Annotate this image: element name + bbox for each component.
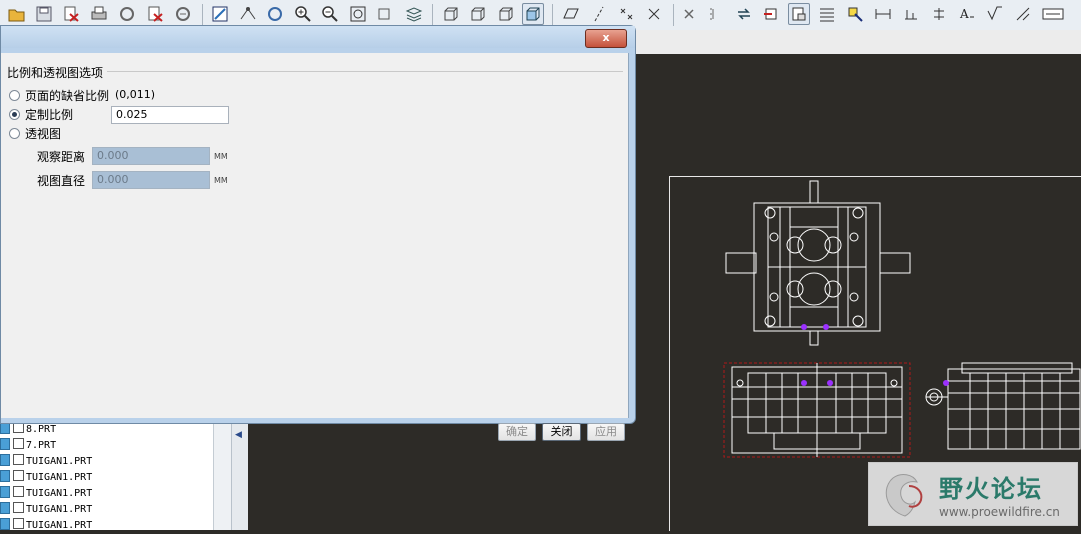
tree-scrollbar[interactable] bbox=[213, 420, 231, 530]
ok-button[interactable]: 确定 bbox=[498, 423, 536, 441]
link-icon bbox=[13, 454, 24, 465]
apply-button[interactable]: 应用 bbox=[587, 423, 625, 441]
perspective-label: 透视图 bbox=[25, 127, 62, 141]
custom-scale-input[interactable]: 0.025 bbox=[111, 106, 229, 124]
view-diameter-label: 视图直径 bbox=[37, 174, 86, 188]
tree-item[interactable]: 8.PRT bbox=[0, 422, 56, 438]
list-icon[interactable] bbox=[705, 3, 727, 25]
delete-icon[interactable] bbox=[678, 3, 700, 25]
datum-plane-icon[interactable] bbox=[560, 3, 582, 25]
panel-sash[interactable]: ◀ bbox=[231, 420, 248, 530]
watermark-title: 野火论坛 bbox=[939, 475, 1043, 503]
csys-icon[interactable] bbox=[643, 3, 665, 25]
part-icon bbox=[0, 454, 10, 466]
path-icon[interactable] bbox=[237, 3, 259, 25]
link-icon bbox=[13, 438, 24, 449]
sketch-icon[interactable] bbox=[209, 3, 231, 25]
layers-icon[interactable] bbox=[403, 3, 425, 25]
save-copy-icon[interactable] bbox=[60, 3, 82, 25]
wireframe-icon[interactable] bbox=[440, 3, 462, 25]
ref-dimension-icon[interactable] bbox=[928, 3, 950, 25]
ordinate-icon[interactable] bbox=[900, 3, 922, 25]
tree-item[interactable]: TUIGAN1.PRT bbox=[0, 518, 92, 534]
link-icon bbox=[13, 502, 24, 513]
svg-text:A: A bbox=[959, 7, 969, 21]
regenerate-icon[interactable] bbox=[733, 3, 755, 25]
open-folder-icon[interactable] bbox=[6, 3, 28, 25]
print-icon[interactable] bbox=[88, 3, 110, 25]
default-scale-label: 页面的缺省比例 bbox=[25, 89, 110, 103]
zoom-out-icon[interactable] bbox=[319, 3, 341, 25]
eye-distance-label: 观察距离 bbox=[37, 150, 86, 164]
model-tree: 8.PRT 7.PRT TUIGAN1.PRT TUIGAN1.PRT TUIG… bbox=[0, 420, 231, 531]
eye-distance-input[interactable]: 0.000 bbox=[92, 147, 210, 165]
datum-tag-icon[interactable] bbox=[1040, 3, 1066, 25]
eye-distance-unit: MM bbox=[214, 152, 228, 161]
dialog-close-button[interactable]: x bbox=[585, 29, 627, 48]
scale-perspective-dialog: x 比例和透视图选项 页面的缺省比例 (0,011) 定制比例 0.025 透视… bbox=[0, 25, 636, 441]
note-icon[interactable]: A bbox=[956, 3, 978, 25]
send-mail-icon[interactable] bbox=[116, 3, 138, 25]
forum-logo-icon bbox=[885, 474, 923, 517]
view-diameter-unit: MM bbox=[214, 176, 228, 185]
custom-scale-label: 定制比例 bbox=[25, 108, 74, 122]
part-icon bbox=[0, 438, 10, 450]
perspective-radio[interactable] bbox=[9, 128, 20, 139]
save-icon[interactable] bbox=[33, 3, 55, 25]
shading-icon[interactable] bbox=[522, 3, 544, 25]
surface-finish-icon[interactable] bbox=[984, 3, 1006, 25]
refit-icon[interactable] bbox=[347, 3, 369, 25]
part-icon bbox=[0, 470, 10, 482]
dialog-body: 比例和透视图选项 页面的缺省比例 (0,011) 定制比例 0.025 透视图 … bbox=[1, 53, 629, 441]
link-icon bbox=[13, 518, 24, 529]
tree-item[interactable]: TUIGAN1.PRT bbox=[0, 486, 92, 502]
tree-item[interactable]: TUIGAN1.PRT bbox=[0, 502, 92, 518]
default-scale-radio[interactable] bbox=[9, 90, 20, 101]
zoom-in-icon[interactable] bbox=[292, 3, 314, 25]
close-button[interactable]: 关闭 bbox=[542, 423, 581, 441]
group-title: 比例和透视图选项 bbox=[7, 66, 104, 80]
orient-icon[interactable] bbox=[375, 3, 397, 25]
insert-view-icon[interactable] bbox=[760, 3, 782, 25]
part-icon bbox=[0, 486, 10, 498]
erase-icon[interactable] bbox=[144, 3, 166, 25]
properties-icon[interactable] bbox=[172, 3, 194, 25]
gtol-icon[interactable] bbox=[1012, 3, 1034, 25]
part-icon bbox=[0, 518, 10, 530]
link-icon bbox=[13, 470, 24, 481]
table-icon[interactable] bbox=[816, 3, 838, 25]
datum-axis-icon[interactable] bbox=[588, 3, 610, 25]
repaint-icon[interactable] bbox=[264, 3, 286, 25]
custom-scale-radio[interactable] bbox=[9, 109, 20, 120]
dimension-icon[interactable] bbox=[872, 3, 894, 25]
hidden-line-icon[interactable] bbox=[467, 3, 489, 25]
part-icon bbox=[0, 502, 10, 514]
tree-item[interactable]: TUIGAN1.PRT bbox=[0, 454, 92, 470]
no-hidden-icon[interactable] bbox=[495, 3, 517, 25]
tree-item[interactable]: TUIGAN1.PRT bbox=[0, 470, 92, 486]
link-icon bbox=[13, 486, 24, 497]
forum-watermark: 野火论坛 www.proewildfire.cn bbox=[868, 462, 1078, 526]
datum-point-icon[interactable] bbox=[615, 3, 637, 25]
view-diameter-input[interactable]: 0.000 bbox=[92, 171, 210, 189]
default-scale-value: (0,011) bbox=[115, 88, 156, 101]
tree-item[interactable]: 7.PRT bbox=[0, 438, 56, 454]
collapse-arrow-icon[interactable]: ◀ bbox=[235, 430, 242, 440]
watermark-url: www.proewildfire.cn bbox=[939, 505, 1060, 519]
show-annotations-icon[interactable] bbox=[844, 3, 866, 25]
lock-view-icon[interactable] bbox=[788, 3, 810, 25]
dialog-titlebar[interactable]: x bbox=[1, 26, 635, 48]
group-divider bbox=[107, 71, 623, 72]
